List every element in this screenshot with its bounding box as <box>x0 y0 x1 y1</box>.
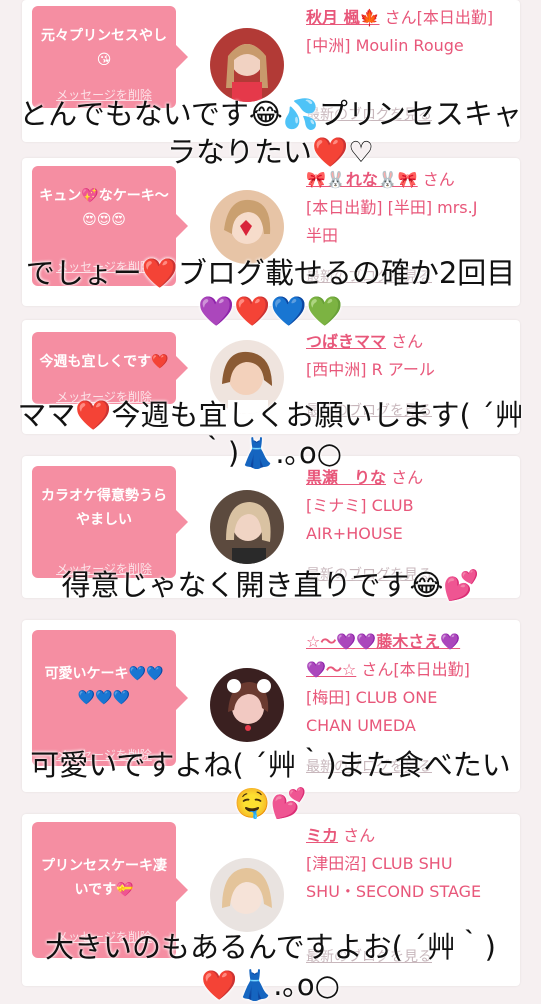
overlay-caption: でしょー❤️ブログ載せるの確か2回目💜❤️💙💚 <box>25 256 516 328</box>
user-info: 🎀🐰れな🐰🎀 さん [本日出勤] [半田] mrs.J 半田 <box>306 166 514 250</box>
overlay-caption: 得意じゃなく開き直りです😂💕 <box>61 568 480 602</box>
user-info: ミカ さん [津田沼] CLUB SHU SHU・SECOND STAGE <box>306 822 514 906</box>
message-bubble: 元々プリンセスやし😘 メッセージを削除 <box>32 6 188 108</box>
user-name-link[interactable]: つばきママ <box>306 332 386 351</box>
message-bubble: カラオケ得意勢うらやましい メッセージを削除 <box>32 466 188 578</box>
overlay-caption: 可愛いですよね( ´艸｀)また食べたい🤤💕 <box>30 748 511 820</box>
user-info: つばきママ さん [西中洲] R アール <box>306 328 514 384</box>
shop-info: [本日出勤] [半田] mrs.J 半田 <box>306 198 478 245</box>
shop-info: [ミナミ] CLUB AIR+HOUSE <box>306 496 414 543</box>
message-bubble: 今週も宜しくです❤️ メッセージを削除 <box>32 332 188 404</box>
overlay-caption: 大きいのもあるんですよお( ´艸｀)❤️👗.｡o○ <box>45 930 496 1002</box>
avatar[interactable] <box>210 190 284 264</box>
shop-info: [中洲] Moulin Rouge <box>306 36 464 55</box>
shop-info: [梅田] CLUB ONE CHAN UMEDA <box>306 688 438 735</box>
user-suffix: さん <box>391 332 424 351</box>
user-suffix: さん <box>343 826 376 845</box>
avatar[interactable] <box>210 858 284 932</box>
message-text: 元々プリンセスやし😘 <box>41 28 167 68</box>
user-info: 黒瀬 りな さん [ミナミ] CLUB AIR+HOUSE <box>306 464 514 548</box>
avatar[interactable] <box>210 490 284 564</box>
message-text: カラオケ得意勢うらやましい <box>41 488 167 528</box>
user-suffix: さん[本日出勤] <box>361 660 470 679</box>
overlay-caption: ママ❤️今週も宜しくお願いします( ´艸｀)👗.｡o○ <box>17 398 524 470</box>
message-text: 今週も宜しくです❤️ <box>39 354 169 370</box>
message-text: キュン💖なケーキ〜😍😍😍 <box>39 188 169 228</box>
user-info: 秋月 楓🍁 さん[本日出勤] [中洲] Moulin Rouge <box>306 4 514 60</box>
message-text: 可愛いケーキ💙💙💙💙💙 <box>44 666 164 706</box>
shop-info: [西中洲] R アール <box>306 360 435 379</box>
overlay-caption: とんでもないです😂💦プリンセスキャラなりたい❤️♡ <box>19 97 522 169</box>
avatar[interactable] <box>210 28 284 102</box>
shop-info: [津田沼] CLUB SHU SHU・SECOND STAGE <box>306 854 482 901</box>
user-suffix: さん[本日出勤] <box>384 8 494 27</box>
message-text: プリンセスケーキ凄いです💝 <box>41 858 167 898</box>
user-name-link[interactable]: 秋月 楓🍁 <box>306 8 380 27</box>
user-suffix: さん <box>422 170 455 189</box>
user-name-link[interactable]: ミカ <box>306 826 338 845</box>
user-name-link[interactable]: 🎀🐰れな🐰🎀 <box>306 170 418 189</box>
avatar[interactable] <box>210 668 284 742</box>
user-info: ☆〜💜💜藤木さえ💜💜〜☆ さん[本日出勤] [梅田] CLUB ONE CHAN… <box>306 628 514 740</box>
